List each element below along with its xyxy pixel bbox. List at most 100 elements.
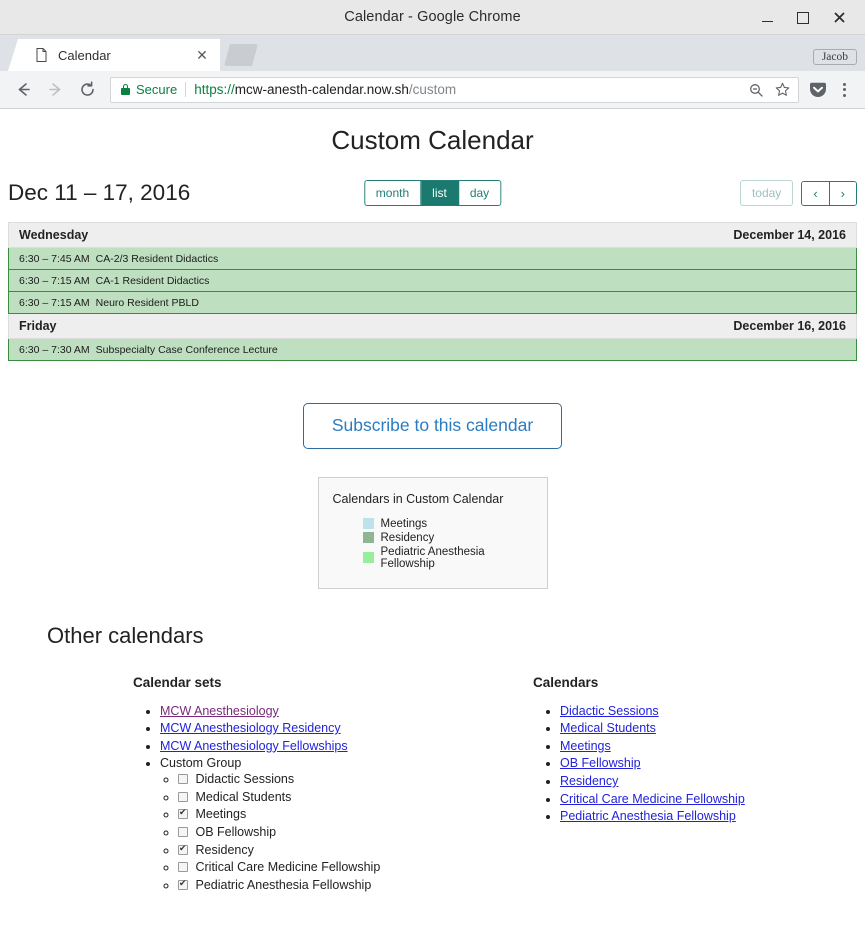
checkbox-ob-fellowship[interactable] — [178, 826, 188, 837]
checkbox-pediatric-anesthesia-fellowship[interactable] — [178, 878, 188, 890]
calendar-set-link[interactable]: MCW Anesthesiology Fellowships — [160, 739, 348, 753]
list-item: MCW Anesthesiology Residency — [160, 721, 533, 737]
day-weekday: Wednesday — [19, 228, 89, 242]
event-time: 6:30 – 7:15 AM — [19, 296, 90, 309]
list-item: MCW Anesthesiology — [160, 704, 533, 720]
page-title: Custom Calendar — [331, 125, 534, 155]
checkbox-label: Meetings — [195, 807, 247, 822]
view-button-list[interactable]: list — [421, 180, 459, 206]
page-content: Custom Calendar Dec 11 – 17, 2016 month … — [0, 109, 865, 950]
calendar-link[interactable]: Residency — [560, 774, 618, 788]
day-weekday: Friday — [19, 319, 57, 333]
day-header: Wednesday December 14, 2016 — [8, 223, 857, 248]
list-item: Meetings — [362, 517, 533, 530]
next-period-button[interactable]: › — [829, 181, 856, 205]
table-row[interactable]: 6:30 – 7:45 AM CA-2/3 Resident Didactics — [8, 248, 857, 270]
date-range-label: Dec 11 – 17, 2016 — [8, 180, 191, 205]
day-date: December 14, 2016 — [733, 228, 846, 242]
three-dot-menu-icon[interactable] — [831, 77, 857, 103]
custom-group-label: Custom Group — [160, 756, 242, 771]
checkbox-label: Pediatric Anesthesia Fellowship — [195, 877, 372, 892]
view-button-day[interactable]: day — [458, 180, 501, 206]
tab-close-icon[interactable]: ✕ — [194, 47, 210, 63]
calendar-columns: Calendar sets MCW Anesthesiology MCW Ane… — [0, 675, 865, 896]
list-item: Residency — [178, 843, 533, 859]
checkbox-label: OB Fellowship — [195, 824, 277, 839]
calendar-link[interactable]: Meetings — [560, 739, 611, 753]
list-item: Pediatric Anesthesia Fellowship — [362, 546, 533, 570]
event-title: Neuro Resident PBLD — [95, 296, 199, 309]
security-label: Secure — [136, 82, 178, 97]
table-row[interactable]: 6:30 – 7:30 AM Subspecialty Case Confere… — [8, 339, 857, 361]
subscribe-section: Subscribe to this calendar — [0, 403, 865, 449]
profile-button[interactable]: Jacob — [812, 49, 857, 65]
checkbox-critical-care-medicine-fellowship[interactable] — [178, 862, 188, 873]
calendar-link[interactable]: Medical Students — [560, 721, 656, 735]
tab-calendar[interactable]: Calendar ✕ — [8, 39, 220, 71]
day-date: December 16, 2016 — [733, 319, 846, 333]
legend-box: Calendars in Custom Calendar Meetings Re… — [317, 476, 548, 589]
address-bar[interactable]: Secure https://mcw-anesth-calendar.now.s… — [110, 76, 799, 103]
lock-icon — [121, 84, 130, 95]
url-host: mcw-anesth-calendar.now.sh — [234, 82, 409, 97]
calendar-link[interactable]: Critical Care Medicine Fellowship — [560, 792, 745, 806]
new-tab-button[interactable] — [224, 44, 258, 66]
calendar-set-link[interactable]: MCW Anesthesiology Residency — [160, 721, 341, 735]
subscribe-button[interactable]: Subscribe to this calendar — [302, 403, 563, 449]
calendars-column: Calendars Didactic Sessions Medical Stud… — [533, 675, 863, 896]
tab-title: Calendar — [58, 47, 111, 63]
checkbox-label: Residency — [195, 842, 254, 857]
list-item: Pediatric Anesthesia Fellowship — [560, 809, 863, 825]
prev-next-group: ‹ › — [801, 180, 857, 206]
calendar-link[interactable]: OB Fellowship — [560, 756, 641, 770]
checkbox-didactic-sessions[interactable] — [178, 774, 188, 784]
legend-label: Meetings — [380, 517, 428, 530]
checkbox-meetings[interactable] — [178, 807, 188, 820]
document-icon — [34, 47, 48, 63]
list-item: Didactic Sessions — [560, 704, 863, 720]
omnibox-divider — [185, 82, 187, 97]
list-item: Meetings — [178, 807, 533, 823]
color-swatch-icon — [362, 552, 374, 563]
calendar-link[interactable]: Didactic Sessions — [560, 704, 659, 718]
color-swatch-icon — [362, 518, 374, 529]
table-row[interactable]: 6:30 – 7:15 AM CA-1 Resident Didactics — [8, 270, 857, 292]
event-title: CA-1 Resident Didactics — [95, 274, 210, 287]
minimize-button[interactable] — [759, 10, 775, 26]
back-icon[interactable] — [8, 75, 38, 105]
star-icon[interactable] — [772, 80, 792, 100]
view-button-month[interactable]: month — [364, 180, 422, 206]
today-button[interactable]: today — [739, 180, 794, 206]
reload-icon[interactable] — [72, 75, 102, 105]
day-header: Friday December 16, 2016 — [8, 314, 857, 339]
close-button[interactable] — [831, 10, 847, 26]
event-list-table: Wednesday December 14, 2016 6:30 – 7:45 … — [8, 222, 857, 361]
url-path: /custom — [408, 82, 457, 97]
navigation-controls: today ‹ › — [739, 180, 857, 206]
legend-title: Calendars in Custom Calendar — [332, 491, 504, 506]
checkbox-residency[interactable] — [178, 843, 188, 855]
list-item: Custom Group Didactic Sessions Medical S… — [160, 756, 533, 893]
list-item: Medical Students — [178, 790, 533, 806]
calendar-sets-heading: Calendar sets — [133, 674, 222, 690]
checkbox-medical-students[interactable] — [178, 791, 188, 802]
calendar-sets-column: Calendar sets MCW Anesthesiology MCW Ane… — [133, 675, 533, 896]
list-item: Didactic Sessions — [178, 772, 533, 788]
calendar-set-link[interactable]: MCW Anesthesiology — [160, 704, 279, 718]
pocket-icon[interactable] — [807, 79, 829, 101]
legend-section: Calendars in Custom Calendar Meetings Re… — [0, 476, 865, 589]
calendar-link[interactable]: Pediatric Anesthesia Fellowship — [560, 809, 736, 823]
event-title: Subspecialty Case Conference Lecture — [95, 343, 278, 356]
calendar-toolbar: Dec 11 – 17, 2016 month list day today ‹… — [8, 172, 857, 214]
forward-icon — [40, 75, 70, 105]
color-swatch-icon — [362, 532, 374, 543]
zoom-out-icon[interactable] — [746, 80, 766, 100]
table-row[interactable]: 6:30 – 7:15 AM Neuro Resident PBLD — [8, 292, 857, 314]
prev-period-button[interactable]: ‹ — [802, 181, 830, 205]
list-item: MCW Anesthesiology Fellowships — [160, 739, 533, 755]
calendar-sets-list: MCW Anesthesiology MCW Anesthesiology Re… — [133, 704, 533, 894]
maximize-button[interactable] — [795, 10, 811, 26]
title-bar: Calendar - Google Chrome — [0, 0, 865, 35]
event-time: 6:30 – 7:15 AM — [19, 274, 90, 287]
calendars-list: Didactic Sessions Medical Students Meeti… — [533, 704, 863, 825]
